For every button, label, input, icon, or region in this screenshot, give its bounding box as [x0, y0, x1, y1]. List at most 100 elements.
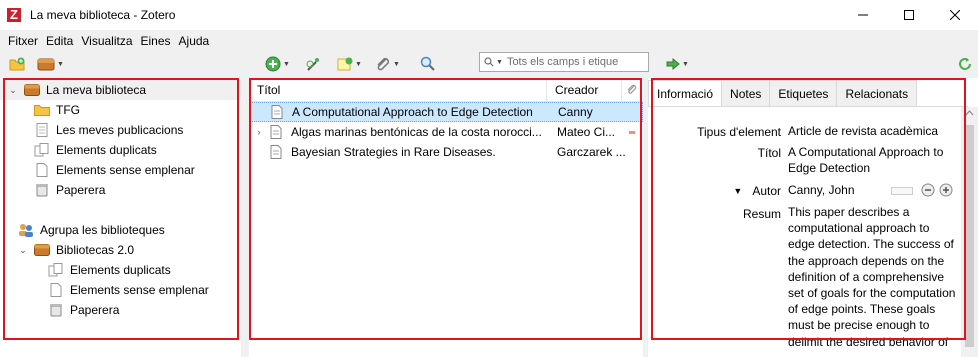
plus-circle-icon — [939, 183, 953, 197]
tree-my-publications[interactable]: Les meves publicacions — [34, 120, 183, 140]
items-pane: Títol Creador A Computational Approach t… — [249, 77, 643, 357]
close-button[interactable] — [932, 0, 978, 30]
collections-pane: ⌄ La meva biblioteca TFG Les meves publi… — [0, 78, 241, 357]
field-value-title[interactable]: A Computational Approach to Edge Detecti… — [788, 144, 958, 176]
library-icon — [24, 83, 40, 97]
chevron-right-icon[interactable]: › — [249, 127, 269, 137]
menu-edita[interactable]: Edita — [42, 34, 77, 48]
trash-icon — [34, 183, 50, 197]
dropdown-arrow-icon: ▼ — [283, 60, 290, 68]
column-title[interactable]: Títol — [249, 78, 546, 102]
tree-group-libraries[interactable]: Agrupa les biblioteques — [18, 220, 165, 240]
menu-visualitza[interactable]: Visualitza — [77, 34, 136, 48]
paperclip-icon — [627, 84, 637, 94]
item-title: A Computational Approach to Edge Detecti… — [292, 105, 533, 119]
tree-collection-tfg[interactable]: TFG — [34, 100, 80, 120]
field-value-abstract[interactable]: This paper describes a computational app… — [788, 204, 958, 350]
tab-informacio[interactable]: Informació — [648, 80, 723, 107]
arrow-right-icon — [666, 58, 680, 70]
item-row[interactable]: › Algas marinas bentónicas de la costa n… — [249, 122, 643, 142]
search-mode-dropdown-icon[interactable]: ▼ — [496, 59, 503, 66]
field-label-author: Autor — [752, 184, 781, 198]
toolbar: ▼ ▼ ▼ ▼ ▼ Tots els camps i etique ▼ — [0, 51, 978, 77]
menu-eines[interactable]: Eines — [137, 34, 175, 48]
dropdown-arrow-icon: ▼ — [57, 60, 64, 68]
add-author-button[interactable] — [939, 183, 953, 200]
trash-icon — [48, 303, 64, 317]
dropdown-arrow-icon: ▼ — [355, 60, 362, 68]
new-library-button[interactable]: ▼ — [37, 54, 64, 74]
field-value-author[interactable]: Canny, John — [788, 182, 878, 198]
tab-etiquetes[interactable]: Etiquetes — [769, 80, 838, 106]
item-row[interactable]: A Computational Approach to Edge Detecti… — [249, 102, 643, 122]
tree-label: Elements duplicats — [70, 263, 171, 277]
new-collection-button[interactable] — [9, 54, 25, 74]
search-input[interactable]: ▼ Tots els camps i etique — [479, 52, 649, 72]
item-creator: Garczarek ... — [557, 145, 626, 159]
advanced-search-button[interactable] — [420, 54, 436, 74]
field-label-author-group: ▼ Autor — [733, 184, 781, 198]
author-mode-switch[interactable] — [891, 187, 913, 195]
info-scrollbar[interactable] — [961, 107, 978, 357]
remove-author-button[interactable] — [921, 183, 935, 200]
scrollbar-thumb[interactable] — [965, 125, 974, 347]
menu-bar: Fitxer Edita Visualitza Eines Ajuda — [0, 30, 978, 51]
new-item-button[interactable]: ▼ — [265, 54, 290, 74]
minimize-button[interactable] — [840, 0, 886, 30]
tree-group-duplicates[interactable]: Elements duplicats — [48, 260, 171, 280]
attachment-button[interactable]: ▼ — [375, 54, 400, 74]
item-row[interactable]: Bayesian Strategies in Rare Diseases. Ga… — [249, 142, 643, 162]
title-bar: Z La meva biblioteca - Zotero — [0, 0, 978, 30]
journal-article-icon — [269, 125, 285, 139]
journal-article-icon — [270, 105, 286, 119]
chevron-down-icon[interactable]: ⌄ — [18, 245, 28, 256]
unfiled-icon — [48, 283, 64, 297]
chevron-down-icon[interactable]: ⌄ — [8, 85, 18, 96]
new-collection-icon — [9, 57, 25, 71]
tab-divider — [648, 106, 968, 107]
tree-group-bibliotecas[interactable]: ⌄ Bibliotecas 2.0 — [18, 240, 134, 260]
menu-fitxer[interactable]: Fitxer — [4, 34, 42, 48]
field-label-title: Títol — [757, 146, 781, 160]
scroll-up-icon[interactable] — [961, 107, 978, 119]
search-placeholder: Tots els camps i etique — [506, 56, 619, 68]
item-info-pane: Informació Notes Etiquetes Relacionats T… — [648, 78, 978, 357]
locate-button[interactable]: ▼ — [666, 54, 689, 74]
tree-unfiled-items[interactable]: Elements sense emplenar — [34, 160, 195, 180]
publications-icon — [34, 123, 50, 137]
author-expand-icon[interactable]: ▼ — [733, 186, 742, 196]
tree-label: Agrupa les biblioteques — [40, 223, 165, 237]
item-title: Algas marinas bentónicas de la costa nor… — [291, 125, 542, 139]
item-title: Bayesian Strategies in Rare Diseases. — [291, 145, 496, 159]
tree-group-trash[interactable]: Paperera — [48, 300, 119, 320]
tree-label: Paperera — [56, 183, 106, 197]
library-icon — [34, 243, 50, 257]
close-icon — [950, 10, 960, 20]
new-note-button[interactable]: ▼ — [337, 54, 362, 74]
tree-duplicate-items[interactable]: Elements duplicats — [34, 140, 157, 160]
field-value-type[interactable]: Article de revista acadèmica — [788, 123, 958, 139]
column-creator[interactable]: Creador — [547, 78, 621, 102]
tree-trash[interactable]: Paperera — [34, 180, 105, 200]
sync-button[interactable] — [958, 54, 972, 74]
maximize-button[interactable] — [886, 0, 932, 30]
add-by-identifier-button[interactable] — [305, 54, 321, 74]
tab-notes[interactable]: Notes — [721, 80, 771, 106]
info-tabs: Informació Notes Etiquetes Relacionats — [648, 80, 918, 107]
item-creator: Canny — [558, 105, 593, 119]
search-icon — [420, 56, 435, 71]
sync-icon — [959, 58, 971, 70]
tab-relacionats[interactable]: Relacionats — [836, 80, 918, 106]
tree-my-library[interactable]: ⌄ La meva biblioteca — [0, 80, 241, 100]
zotero-logo-icon: Z — [7, 8, 21, 22]
attachment-pdf-icon[interactable] — [629, 130, 635, 134]
field-label-type: Tipus d'element — [697, 125, 781, 139]
journal-article-icon — [269, 145, 285, 159]
tree-group-unfiled[interactable]: Elements sense emplenar — [48, 280, 209, 300]
duplicates-icon — [34, 143, 50, 157]
tree-label: TFG — [56, 103, 80, 117]
column-attachments[interactable] — [622, 84, 642, 96]
unfiled-icon — [34, 163, 50, 177]
item-creator: Mateo Ci... — [557, 125, 616, 139]
menu-ajuda[interactable]: Ajuda — [175, 34, 214, 48]
